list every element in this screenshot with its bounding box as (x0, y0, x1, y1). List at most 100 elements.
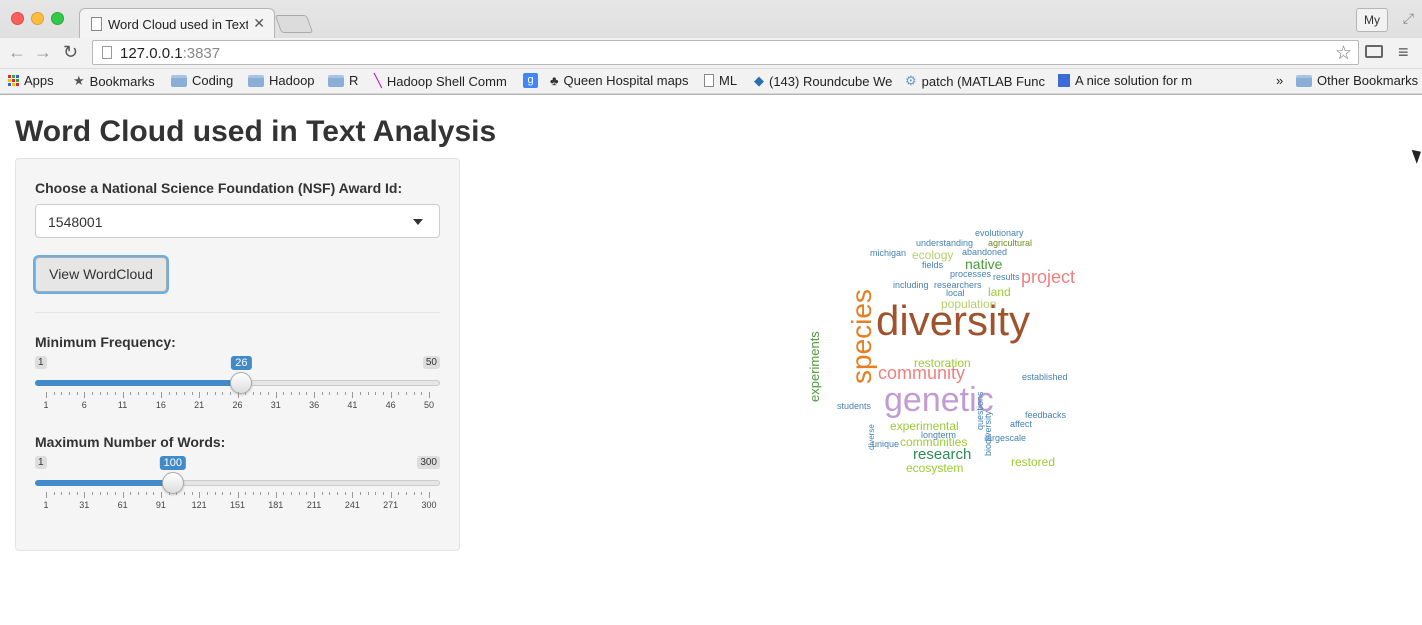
slider-minor-tick (99, 492, 101, 495)
slider-minor-tick (130, 392, 132, 395)
cloud-word-michigan: michigan (870, 248, 907, 258)
other-bookmarks[interactable]: Other Bookmarks (1296, 73, 1418, 88)
window-maximize-button[interactable] (51, 12, 64, 25)
window-minimize-button[interactable] (31, 12, 44, 25)
min-frequency-slider[interactable]: 1 50 26 1 6 11 16 21 26 31 36 41 46 50 (35, 356, 440, 416)
bookmark-icon (1058, 74, 1070, 87)
slider-minor-tick (383, 492, 385, 495)
slider-minor-tick (153, 492, 155, 495)
view-wordcloud-button[interactable]: View WordCloud (35, 257, 167, 292)
slider-max-label: 300 (417, 456, 440, 469)
bookmark-icon: ╲ (374, 73, 382, 88)
page-icon (704, 74, 714, 87)
slider-minor-tick (214, 392, 216, 395)
slider-tick-label: 241 (344, 500, 360, 510)
slider-tick-label: 11 (117, 400, 128, 410)
bookmark-coding[interactable]: Coding (171, 73, 233, 88)
slider-minor-tick (53, 392, 55, 395)
slider-tick-label: 46 (385, 400, 396, 410)
slider-minor-tick (68, 492, 70, 495)
bookmark-roundcube[interactable]: ◆ (143) Roundcube We (754, 73, 892, 89)
slider-minor-tick (130, 492, 132, 495)
slider-handle[interactable] (230, 372, 253, 394)
slider-tick-label: 41 (347, 400, 358, 410)
new-tab-button[interactable] (274, 15, 314, 33)
bookmark-hadoop-shell[interactable]: ╲ Hadoop Shell Comm (374, 73, 507, 89)
browser-chrome: Word Cloud used in Text A ✕ My ⤢ ← → ↻ 1… (0, 0, 1422, 95)
max-words-label: Maximum Number of Words: (35, 434, 226, 450)
slider-minor-tick (137, 392, 139, 395)
slider-minor-tick (214, 492, 216, 495)
reload-icon[interactable]: ↻ (63, 42, 78, 63)
slider-tick-label: 31 (270, 400, 281, 410)
slider-minor-tick (298, 392, 300, 395)
max-words-slider[interactable]: 1 300 100 1 31 61 91 121 151 181 211 241 271 300 (35, 456, 440, 516)
browser-tab-active[interactable]: Word Cloud used in Text A ✕ (79, 8, 275, 38)
forward-icon[interactable]: → (34, 42, 52, 63)
bookmark-nice-solution[interactable]: A nice solution for m (1058, 73, 1192, 88)
star-icon: ★ (73, 73, 85, 88)
cloud-word-experiments: experiments (807, 331, 822, 402)
slider-minor-tick (260, 392, 262, 395)
slider-minor-tick (61, 492, 63, 495)
bookmarks-overflow-button[interactable]: » (1276, 73, 1283, 88)
word-cloud: diversity genetic species community project r… (807, 229, 1088, 490)
bookmark-star-icon[interactable]: ☆ (1335, 42, 1352, 65)
slider-minor-tick (76, 492, 78, 495)
slider-minor-tick (260, 492, 262, 495)
bookmark-ml[interactable]: ML (704, 73, 737, 88)
slider-minor-tick (329, 392, 331, 395)
bookmark-bookmarks[interactable]: ★ Bookmarks (73, 73, 155, 89)
slider-minor-tick (153, 392, 155, 395)
cast-icon[interactable] (1365, 45, 1383, 58)
bookmark-apps[interactable]: Apps (8, 73, 54, 88)
slider-minor-tick (321, 392, 323, 395)
slider-tick (160, 492, 162, 498)
bookmark-hadoop[interactable]: Hadoop (248, 73, 315, 88)
slider-tick-label: 1 (43, 500, 49, 510)
slider-tick-label: 16 (155, 400, 166, 410)
bookmark-r[interactable]: R (328, 73, 358, 88)
slider-minor-tick (383, 392, 385, 395)
slider-tick (84, 492, 86, 498)
slider-minor-tick (53, 492, 55, 495)
roundcube-icon: ◆ (754, 73, 764, 88)
close-tab-icon[interactable]: ✕ (253, 15, 265, 32)
slider-minor-tick (298, 492, 300, 495)
slider-tick-label: 271 (383, 500, 399, 510)
address-bar[interactable]: 127.0.0.1:3837 ☆ (92, 40, 1359, 65)
page-icon (102, 46, 112, 59)
slider-minor-tick (337, 392, 339, 395)
page-title: Word Cloud used in Text Analysis (15, 115, 497, 148)
window-close-button[interactable] (11, 12, 24, 25)
cloud-word-largescale: largescale (985, 433, 1027, 443)
fullscreen-icon[interactable]: ⤢ (1403, 10, 1414, 27)
slider-tick (237, 392, 239, 398)
award-id-select[interactable]: 1548001 (35, 204, 440, 238)
bookmark-google[interactable]: g (523, 73, 538, 88)
bookmark-matlab[interactable]: ⚙ patch (MATLAB Func (905, 73, 1045, 89)
menu-icon[interactable]: ≡ (1398, 42, 1409, 63)
folder-icon (171, 74, 187, 87)
slider-tick-label: 121 (191, 500, 207, 510)
cloud-word-restoration: restoration (914, 356, 971, 370)
profile-button[interactable]: My (1356, 8, 1388, 32)
slider-minor-tick (283, 492, 285, 495)
slider-min-label: 1 (35, 456, 47, 469)
cloud-word-processes: processes (950, 269, 992, 279)
slider-tick (352, 392, 354, 398)
slider-minor-tick (252, 492, 254, 495)
slider-minor-tick (306, 492, 308, 495)
slider-handle[interactable] (161, 472, 184, 494)
slider-minor-tick (306, 392, 308, 395)
slider-tick-label: 21 (194, 400, 205, 410)
slider-tick-label: 6 (81, 400, 87, 410)
slider-minor-tick (252, 392, 254, 395)
slider-tick-label: 36 (309, 400, 320, 410)
slider-minor-tick (107, 392, 109, 395)
slider-minor-tick (413, 392, 415, 395)
slider-minor-tick (145, 492, 147, 495)
slider-tick (237, 492, 239, 498)
back-icon[interactable]: ← (8, 42, 26, 63)
bookmark-queen-hospital[interactable]: ♣ Queen Hospital maps (550, 73, 689, 88)
